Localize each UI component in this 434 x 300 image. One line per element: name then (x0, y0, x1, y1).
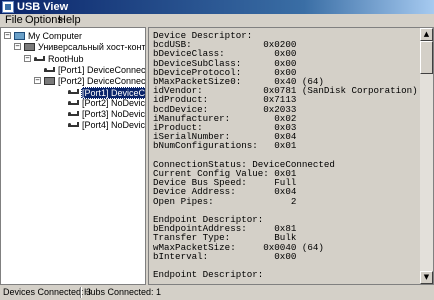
usb-view-window: USB View File Options Help − My Computer… (0, 0, 434, 300)
tree-node-label[interactable]: RootHub (48, 54, 84, 64)
tree-node-label[interactable]: Универсальный хост-контро (38, 42, 145, 52)
window-title: USB View (17, 1, 69, 13)
details-vertical-scrollbar[interactable]: ▲ ▼ (420, 28, 433, 284)
host-controller-icon (24, 43, 35, 51)
status-divider (80, 287, 82, 298)
tree-node-label[interactable]: My Computer (28, 31, 82, 41)
tree-node-port2-1-selected[interactable]: [Port1] DeviceConn (68, 87, 145, 99)
detail-line: Endpoint Descriptor: (153, 269, 264, 281)
scroll-thumb[interactable] (420, 41, 433, 74)
tree-node-roothub[interactable]: − RootHub (24, 54, 144, 64)
tree-node-label[interactable]: [Port2] NoDeviceC (82, 98, 145, 108)
scroll-down-icon[interactable]: ▼ (420, 271, 433, 284)
tree-node-host-controller[interactable]: − Универсальный хост-контро (14, 42, 145, 52)
status-bar: Devices Connected: 3 Hubs Connected: 1 (0, 285, 434, 300)
tree-node-label[interactable]: [Port2] DeviceConnecte (58, 76, 145, 86)
usb-device-icon (44, 66, 55, 72)
device-details[interactable]: Device Descriptor: bcdUSB: 0x0200 bDeviceC… (148, 27, 434, 285)
usb-hub-icon (44, 77, 55, 85)
collapse-toggle-icon[interactable]: − (14, 43, 21, 50)
usb-port-icon (68, 110, 79, 116)
computer-icon (14, 32, 25, 40)
usb-port-icon (68, 99, 79, 105)
tree-node-port2[interactable]: − [Port2] DeviceConnecte (34, 76, 145, 86)
title-bar[interactable]: USB View (0, 0, 434, 14)
device-tree[interactable]: − My Computer − Универсальный хост-контр… (0, 27, 146, 285)
menu-help[interactable]: Help (58, 14, 81, 27)
tree-node-port2-2[interactable]: [Port2] NoDeviceC (68, 98, 145, 108)
usb-view-app-icon[interactable] (2, 1, 14, 13)
usb-port-icon (68, 121, 79, 127)
collapse-toggle-icon[interactable]: − (24, 55, 31, 62)
usb-hub-icon (34, 55, 45, 61)
detail-line: bNumConfigurations: 0x01 (153, 140, 297, 152)
tree-node-my-computer[interactable]: − My Computer (4, 31, 144, 41)
menu-file[interactable]: File (5, 14, 23, 27)
menu-bar: File Options Help (0, 14, 434, 27)
devices-connected-status: Devices Connected: 3 (3, 287, 92, 297)
hubs-connected-status: Hubs Connected: 1 (84, 287, 162, 297)
collapse-toggle-icon[interactable]: − (34, 77, 41, 84)
scroll-up-icon[interactable]: ▲ (420, 28, 433, 41)
tree-node-port1[interactable]: [Port1] DeviceConnect (44, 65, 145, 75)
detail-line: bInterval: 0x00 (153, 250, 297, 262)
tree-node-label[interactable]: [Port3] NoDeviceC (82, 109, 145, 119)
collapse-toggle-icon[interactable]: − (4, 32, 11, 39)
tree-node-label[interactable]: [Port4] NoDeviceC (82, 120, 145, 130)
usb-device-icon (68, 88, 79, 94)
tree-node-label[interactable]: [Port1] DeviceConnect (58, 65, 145, 75)
detail-line: Open Pipes: 2 (153, 195, 297, 207)
tree-node-port2-4[interactable]: [Port4] NoDeviceC (68, 120, 145, 130)
tree-node-port2-3[interactable]: [Port3] NoDeviceC (68, 109, 145, 119)
